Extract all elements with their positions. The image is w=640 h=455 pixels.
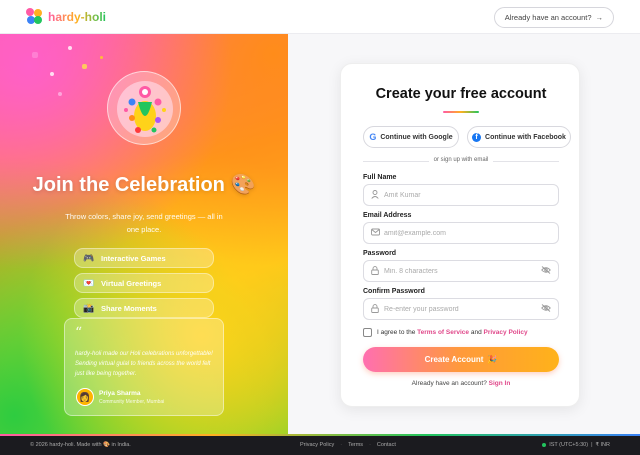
confetti-decoration — [100, 56, 103, 59]
testimonial-author: Priya Sharma — [99, 390, 141, 397]
game-controller-icon: 🎮 — [83, 252, 95, 263]
avatar: 👩 — [76, 388, 94, 406]
feature-interactive-games: 🎮 Interactive Games — [74, 248, 214, 268]
footer-separator: · — [369, 442, 371, 448]
google-icon: G — [369, 132, 377, 142]
full-name-input[interactable] — [384, 188, 534, 202]
agree-text: I agree to the — [377, 329, 416, 336]
palette-icon: 🎨 — [230, 174, 256, 196]
lock-icon — [371, 304, 379, 315]
and-text: and — [470, 329, 482, 336]
divider-text: or sign up with email — [433, 157, 489, 163]
brand-logo[interactable]: hardy-holi — [26, 8, 106, 25]
love-letter-icon: 💌 — [83, 277, 95, 288]
testimonial-card: “ hardy-holi made our Holi celebrations … — [64, 318, 224, 416]
email-field[interactable] — [363, 222, 559, 244]
have-account-label: Already have an account? — [504, 13, 592, 22]
holi-emblem — [107, 71, 181, 145]
copyright-text: © 2026 hardy-holi. Made with — [30, 442, 102, 448]
lock-icon — [371, 266, 379, 277]
google-button-label: Continue with Google — [380, 133, 453, 141]
locale-separator: | — [591, 442, 593, 448]
confirm-password-input[interactable] — [384, 302, 534, 316]
password-input[interactable] — [384, 264, 534, 278]
locale-info: IST (UTC+5:30) | ₹ INR — [542, 442, 610, 448]
logo-icon — [26, 8, 43, 25]
title-underline — [443, 111, 479, 113]
status-dot-icon — [542, 443, 547, 447]
confetti-decoration — [32, 52, 38, 58]
mail-icon — [371, 228, 380, 238]
hero-title-text: Join the Celebration — [32, 174, 225, 196]
testimonial-text: hardy-holi made our Holi celebrations un… — [75, 351, 213, 377]
currency: ₹ INR — [595, 442, 611, 448]
facebook-button-label: Continue with Facebook — [485, 133, 566, 141]
confetti-decoration — [68, 46, 72, 50]
brand-name: hardy-holi — [48, 9, 107, 24]
facebook-icon: f — [472, 132, 482, 142]
footer-link-privacy[interactable]: Privacy Policy — [300, 442, 334, 448]
terms-checkbox[interactable] — [363, 328, 372, 337]
feature-label: Share Moments — [101, 303, 157, 313]
email-label: Email Address — [363, 212, 412, 219]
feature-virtual-greetings: 💌 Virtual Greetings — [74, 273, 214, 293]
feature-share-moments: 📸 Share Moments — [74, 298, 214, 318]
google-signin-button[interactable]: G Continue with Google — [363, 126, 459, 148]
signin-link[interactable]: Sign In — [489, 380, 511, 387]
signin-prompt-text: Already have an account? — [411, 380, 487, 387]
eye-off-icon[interactable] — [541, 304, 551, 314]
footer: © 2026 hardy-holi. Made with 🎨 in India.… — [0, 436, 640, 455]
privacy-link[interactable]: Privacy Policy — [484, 329, 528, 336]
facebook-signin-button[interactable]: f Continue with Facebook — [467, 126, 571, 148]
timezone: IST (UTC+5:30) — [549, 442, 589, 448]
or-divider: or sign up with email — [363, 157, 559, 167]
terms-link[interactable]: Terms of Service — [417, 329, 469, 336]
user-icon — [371, 190, 379, 201]
password-field[interactable] — [363, 260, 559, 282]
footer-links: Privacy Policy · Terms · Contact — [300, 442, 396, 448]
hero-panel: Join the Celebration 🎨 Throw colors, sha… — [0, 34, 288, 436]
signin-prompt: Already have an account? Sign In — [341, 380, 581, 387]
create-account-label: Create Account — [424, 355, 484, 364]
footer-link-contact[interactable]: Contact — [377, 442, 396, 448]
camera-icon: 📸 — [83, 302, 95, 313]
copyright-suffix: in India. — [111, 442, 131, 448]
party-popper-icon: 🎉 — [487, 355, 498, 364]
password-label: Password — [363, 250, 397, 257]
email-input[interactable] — [384, 226, 534, 240]
footer-link-terms[interactable]: Terms — [348, 442, 363, 448]
palette-icon: 🎨 — [103, 442, 111, 448]
signup-panel: Create your free account G Continue with… — [288, 34, 640, 436]
form-title: Create your free account — [375, 86, 547, 102]
feature-label: Virtual Greetings — [101, 278, 162, 288]
confetti-decoration — [50, 72, 54, 76]
full-name-label: Full Name — [363, 174, 397, 181]
hero-subtitle: Throw colors, share joy, send greetings … — [65, 212, 223, 234]
arrow-right-icon: → — [595, 13, 604, 22]
footer-separator: · — [340, 442, 343, 448]
have-account-button[interactable]: Already have an account? → — [493, 7, 614, 28]
testimonial-role: Community Member, Mumbai — [99, 399, 165, 405]
quote-icon: “ — [75, 325, 83, 341]
confetti-decoration — [58, 92, 62, 96]
copyright: © 2026 hardy-holi. Made with 🎨 in India. — [30, 442, 131, 448]
eye-off-icon[interactable] — [541, 266, 551, 276]
create-account-button[interactable]: Create Account 🎉 — [363, 347, 559, 372]
confirm-password-field[interactable] — [363, 298, 559, 320]
confetti-decoration — [82, 64, 87, 69]
full-name-field[interactable] — [363, 184, 559, 206]
hero-title: Join the Celebration 🎨 — [0, 172, 288, 197]
top-header: hardy-holi Already have an account? → — [0, 0, 640, 34]
signup-card: Create your free account G Continue with… — [340, 63, 580, 407]
feature-label: Interactive Games — [101, 253, 166, 263]
terms-agreement: I agree to the Terms of Service and Priv… — [363, 328, 528, 337]
confirm-password-label: Confirm Password — [363, 288, 425, 295]
celebration-icon — [117, 81, 173, 137]
